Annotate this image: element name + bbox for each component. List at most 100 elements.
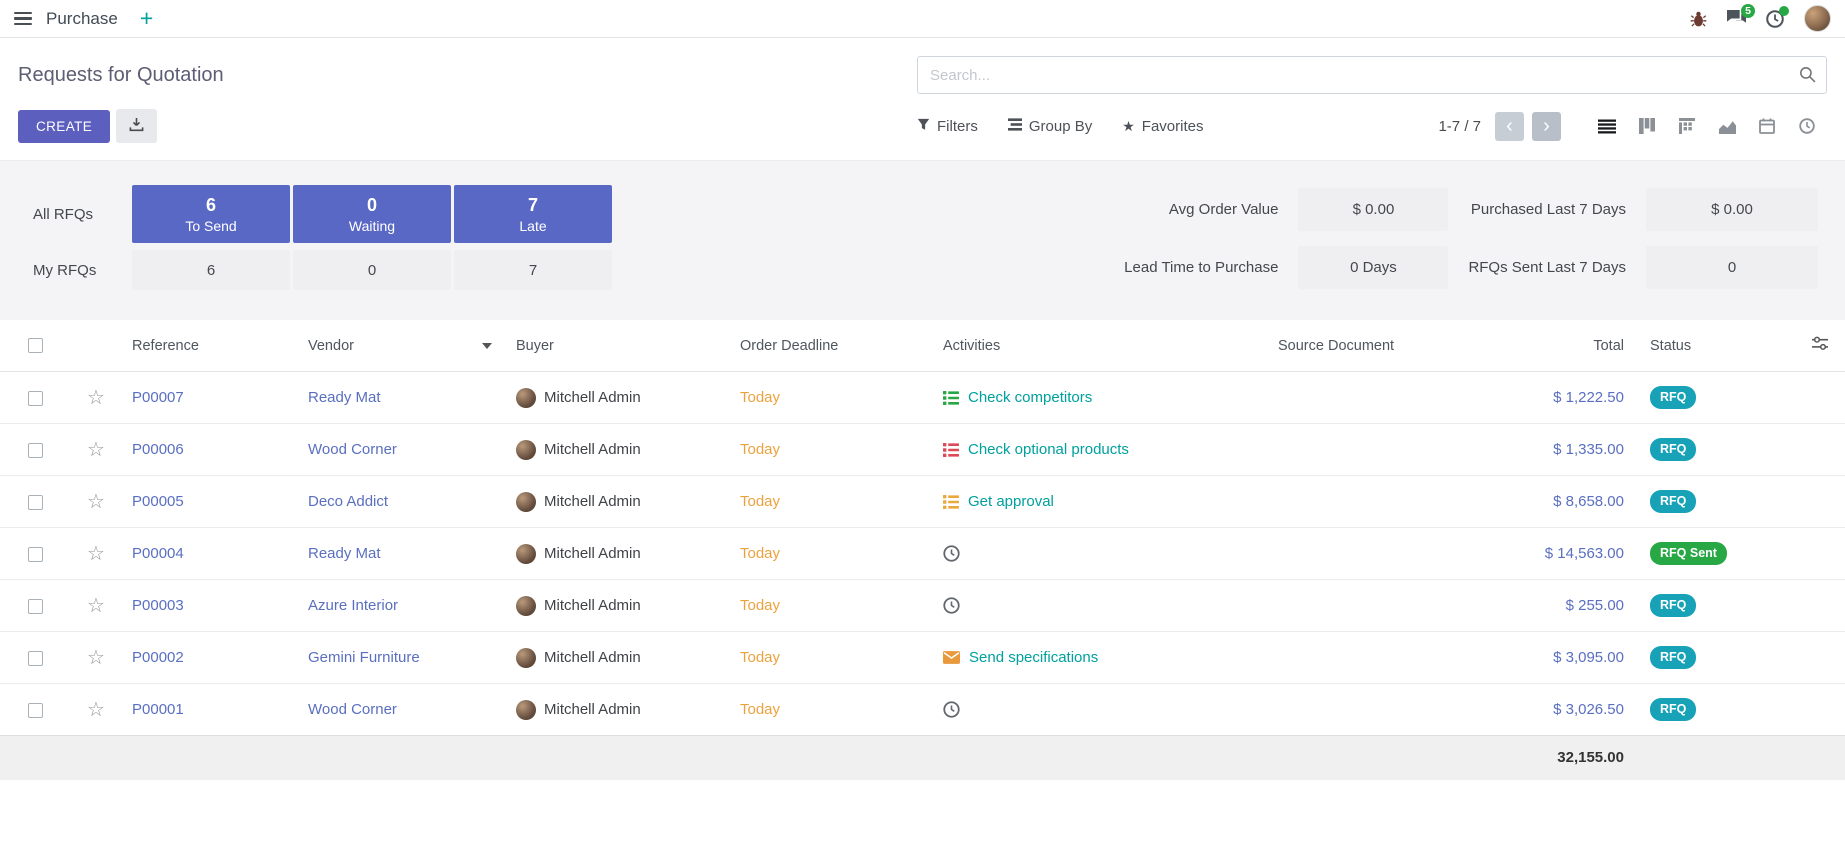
table-row[interactable]: ☆ P00002 Gemini Furniture Mitchell Admin… <box>0 632 1845 684</box>
header-source-document[interactable]: Source Document <box>1268 320 1468 372</box>
footer-total-amount: 32,155.00 <box>1468 736 1640 780</box>
list-view-icon[interactable] <box>1587 110 1627 142</box>
header-status[interactable]: Status <box>1640 320 1794 372</box>
my-waiting-count[interactable]: 0 <box>293 250 451 290</box>
row-checkbox[interactable] <box>28 703 43 718</box>
app-menu-purchase[interactable]: Purchase <box>46 9 118 29</box>
table-row[interactable]: ☆ P00004 Ready Mat Mitchell Admin Today … <box>0 528 1845 580</box>
header-buyer[interactable]: Buyer <box>506 320 730 372</box>
tile-late[interactable]: 7 Late <box>454 185 612 243</box>
menu-icon[interactable] <box>14 12 32 26</box>
sort-descending-icon[interactable] <box>482 343 492 349</box>
activity-label[interactable]: Get approval <box>968 493 1054 510</box>
vendor-link[interactable]: Wood Corner <box>308 441 397 458</box>
new-tab-plus-icon[interactable]: + <box>140 7 153 30</box>
activity-clock-icon[interactable] <box>943 597 960 614</box>
tile-to-send[interactable]: 6 To Send <box>132 185 290 243</box>
vendor-link[interactable]: Ready Mat <box>308 545 381 562</box>
favorite-star-icon[interactable]: ☆ <box>87 647 105 669</box>
pivot-view-icon[interactable] <box>1667 110 1707 142</box>
control-panel: Requests for Quotation CREATE Filters Gr… <box>0 38 1845 161</box>
table-row[interactable]: ☆ P00007 Ready Mat Mitchell Admin Today … <box>0 372 1845 424</box>
total-amount: $ 3,095.00 <box>1553 649 1624 666</box>
select-all-checkbox[interactable] <box>28 338 43 353</box>
header-total[interactable]: Total <box>1468 320 1640 372</box>
activity-view-icon[interactable] <box>1787 110 1827 142</box>
vendor-link[interactable]: Deco Addict <box>308 493 388 510</box>
filters-button[interactable]: Filters <box>917 118 978 135</box>
activity-clock-icon[interactable] <box>943 545 960 562</box>
search-icon[interactable] <box>1799 66 1816 87</box>
activity-tasks-icon[interactable] <box>943 495 959 509</box>
header-activities[interactable]: Activities <box>933 320 1268 372</box>
favorite-star-icon[interactable]: ☆ <box>87 387 105 409</box>
table-header-row: Reference Vendor Buyer Order Deadline Ac… <box>0 320 1845 372</box>
table-row[interactable]: ☆ P00003 Azure Interior Mitchell Admin T… <box>0 580 1845 632</box>
activity-mail-icon[interactable] <box>943 651 960 664</box>
reference-link[interactable]: P00002 <box>132 649 184 666</box>
favorite-star-icon[interactable]: ☆ <box>87 699 105 721</box>
pager-next-button[interactable]: › <box>1532 112 1561 141</box>
favorite-star-icon[interactable]: ☆ <box>87 439 105 461</box>
optional-columns-icon[interactable] <box>1812 339 1828 355</box>
buyer-name: Mitchell Admin <box>544 441 641 458</box>
search-input[interactable] <box>917 56 1827 94</box>
header-vendor[interactable]: Vendor <box>298 320 506 372</box>
user-avatar[interactable] <box>1804 5 1831 32</box>
rfqs-sent-last-7-days: 0 <box>1646 246 1818 289</box>
row-checkbox[interactable] <box>28 547 43 562</box>
pager-range: 1-7 / 7 <box>1438 118 1481 135</box>
messages-icon[interactable]: 5 <box>1727 10 1746 27</box>
table-row[interactable]: ☆ P00001 Wood Corner Mitchell Admin Toda… <box>0 684 1845 736</box>
waiting-label: Waiting <box>349 218 395 234</box>
favorite-star-icon[interactable]: ☆ <box>87 491 105 513</box>
row-checkbox[interactable] <box>28 391 43 406</box>
vendor-link[interactable]: Gemini Furniture <box>308 649 420 666</box>
buyer-name: Mitchell Admin <box>544 701 641 718</box>
reference-link[interactable]: P00006 <box>132 441 184 458</box>
row-checkbox[interactable] <box>28 651 43 666</box>
buyer-name: Mitchell Admin <box>544 597 641 614</box>
calendar-view-icon[interactable] <box>1747 110 1787 142</box>
graph-view-icon[interactable] <box>1707 110 1747 142</box>
vendor-link[interactable]: Wood Corner <box>308 701 397 718</box>
row-checkbox[interactable] <box>28 495 43 510</box>
buyer-name: Mitchell Admin <box>544 493 641 510</box>
header-order-deadline[interactable]: Order Deadline <box>730 320 933 372</box>
export-button[interactable] <box>116 109 157 143</box>
bug-icon[interactable] <box>1690 11 1707 27</box>
favorite-star-icon[interactable]: ☆ <box>87 595 105 617</box>
filter-funnel-icon <box>917 118 930 135</box>
activity-label[interactable]: Send specifications <box>969 649 1098 666</box>
row-checkbox[interactable] <box>28 443 43 458</box>
activities-clock-icon[interactable] <box>1766 10 1784 28</box>
reference-link[interactable]: P00005 <box>132 493 184 510</box>
vendor-link[interactable]: Ready Mat <box>308 389 381 406</box>
favorites-button[interactable]: ★ Favorites <box>1122 118 1203 135</box>
activity-tasks-icon[interactable] <box>943 391 959 405</box>
vendor-link[interactable]: Azure Interior <box>308 597 398 614</box>
table-row[interactable]: ☆ P00006 Wood Corner Mitchell Admin Toda… <box>0 424 1845 476</box>
to-send-count: 6 <box>206 195 216 216</box>
pager-previous-button[interactable]: ‹ <box>1495 112 1524 141</box>
header-reference[interactable]: Reference <box>122 320 298 372</box>
tile-waiting[interactable]: 0 Waiting <box>293 185 451 243</box>
group-by-button[interactable]: Group By <box>1008 118 1092 135</box>
reference-link[interactable]: P00003 <box>132 597 184 614</box>
row-checkbox[interactable] <box>28 599 43 614</box>
create-button[interactable]: CREATE <box>18 110 110 143</box>
my-to-send-count[interactable]: 6 <box>132 250 290 290</box>
reference-link[interactable]: P00001 <box>132 701 184 718</box>
table-row[interactable]: ☆ P00005 Deco Addict Mitchell Admin Toda… <box>0 476 1845 528</box>
my-late-count[interactable]: 7 <box>454 250 612 290</box>
buyer-name: Mitchell Admin <box>544 545 641 562</box>
kanban-view-icon[interactable] <box>1627 110 1667 142</box>
activity-label[interactable]: Check optional products <box>968 441 1129 458</box>
reference-link[interactable]: P00007 <box>132 389 184 406</box>
favorite-star-icon[interactable]: ☆ <box>87 543 105 565</box>
late-count: 7 <box>528 195 538 216</box>
activity-tasks-icon[interactable] <box>943 443 959 457</box>
reference-link[interactable]: P00004 <box>132 545 184 562</box>
activity-clock-icon[interactable] <box>943 701 960 718</box>
activity-label[interactable]: Check competitors <box>968 389 1092 406</box>
